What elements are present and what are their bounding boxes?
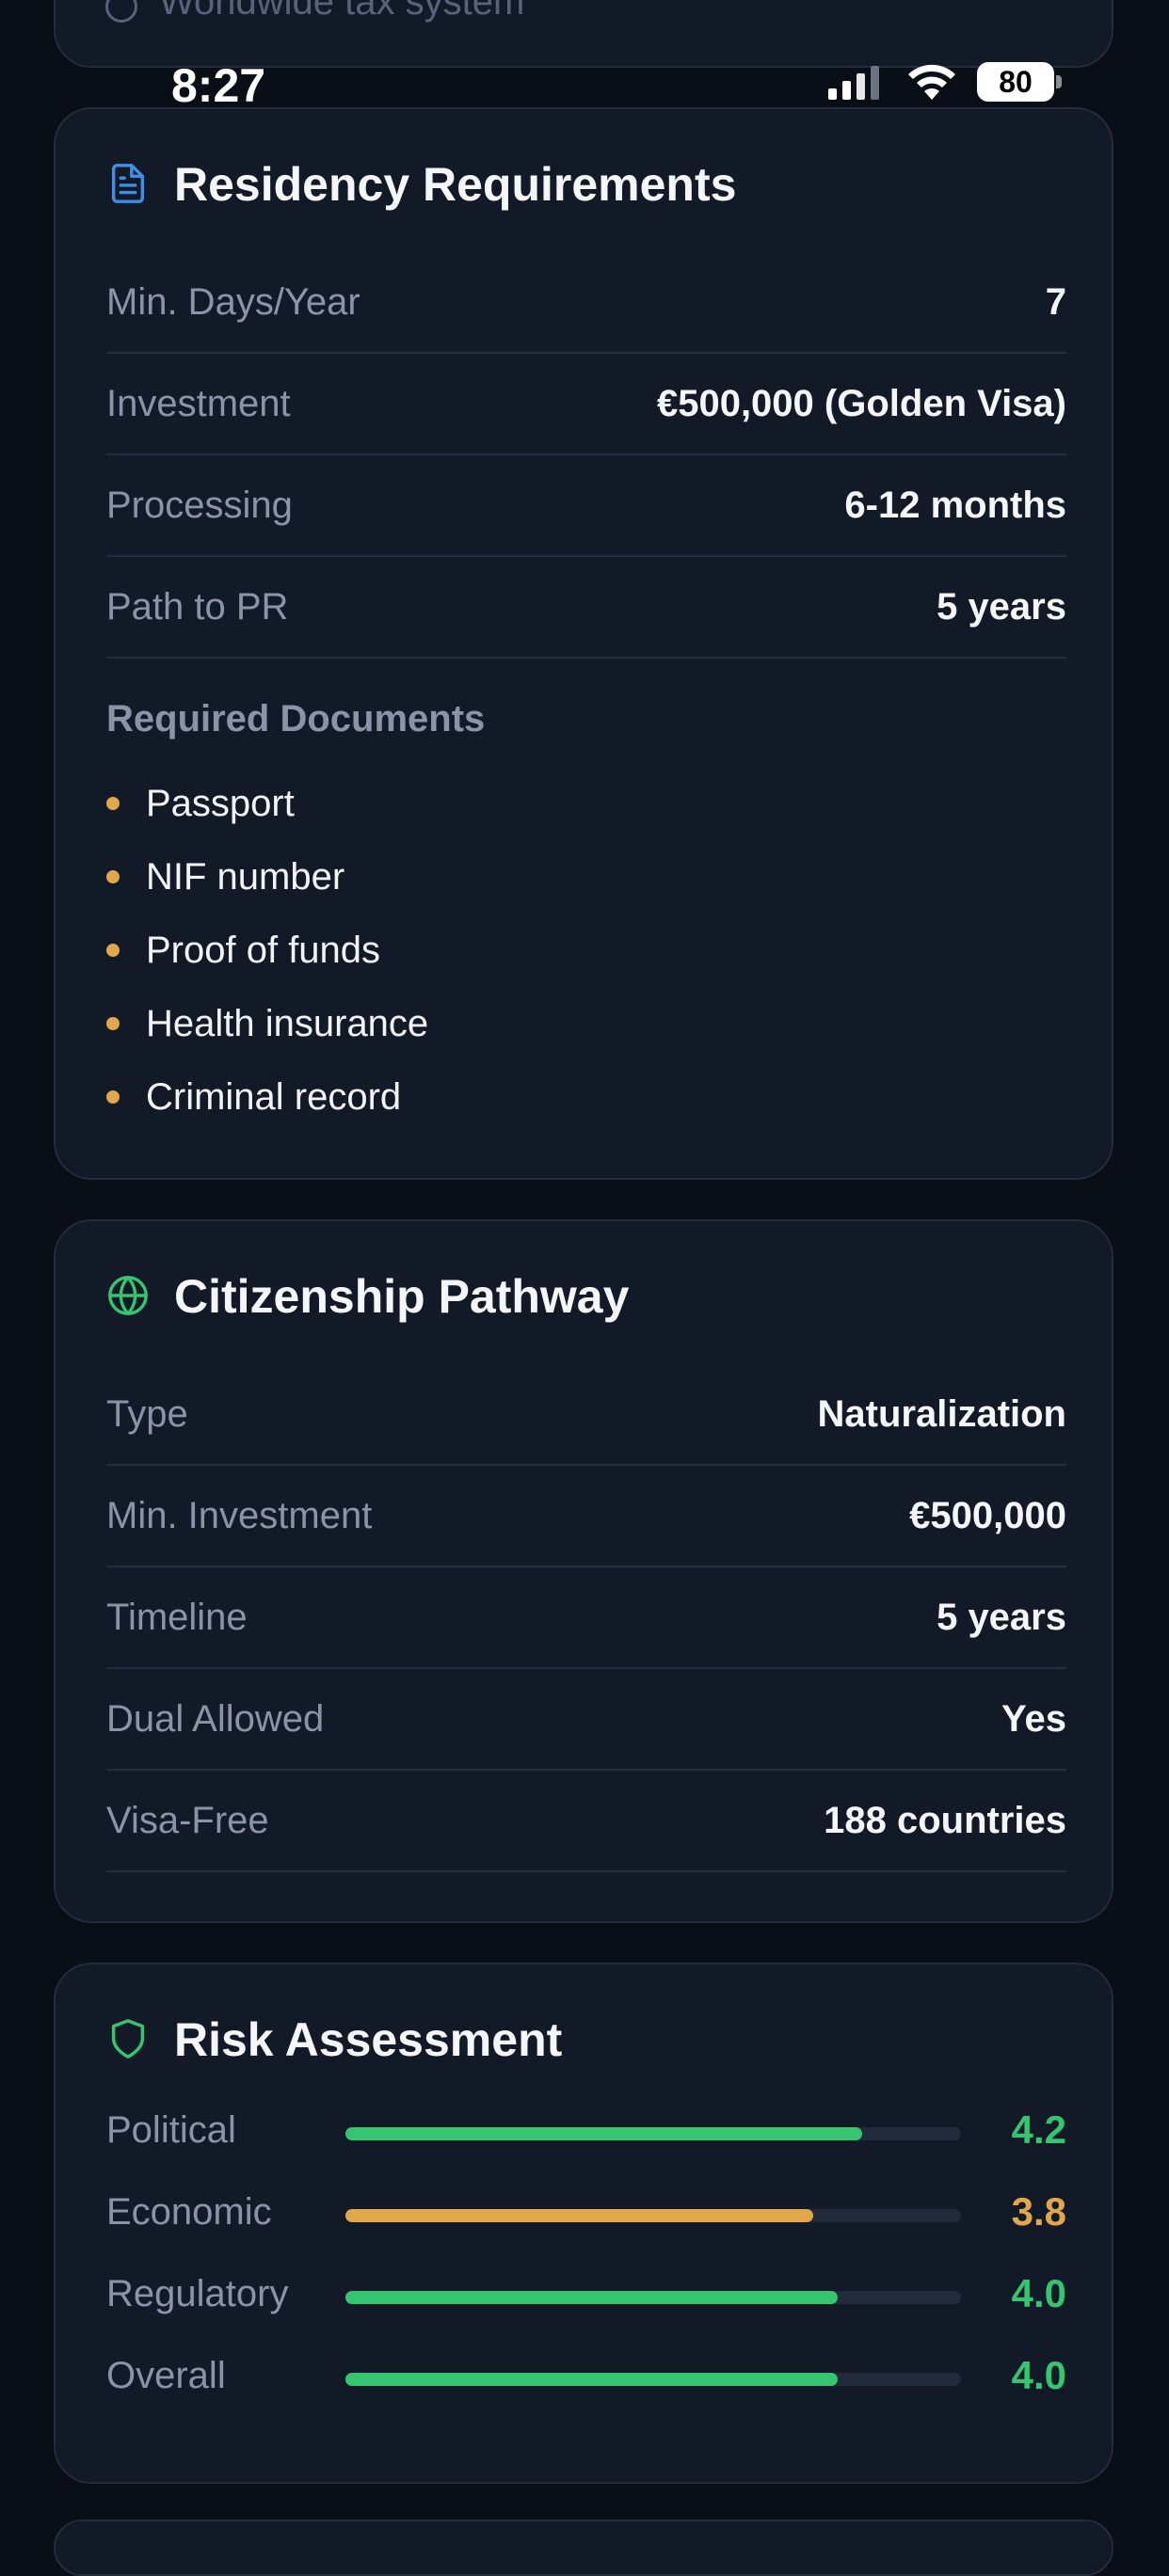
risk-score: 4.0 xyxy=(1011,2271,1066,2315)
list-item: Proof of funds xyxy=(106,922,380,978)
document-name: Health insurance xyxy=(146,1002,429,1044)
row-value: €500,000 xyxy=(909,1494,1066,1536)
bullet-icon xyxy=(106,870,120,883)
citizenship-row-min-investment: Min. Investment €500,000 xyxy=(106,1466,1066,1567)
document-name: Proof of funds xyxy=(146,929,381,971)
row-value: 5 years xyxy=(937,585,1066,628)
cellular-signal-icon xyxy=(828,66,879,100)
risk-bar-fill xyxy=(345,2373,839,2386)
bullet-icon xyxy=(106,1090,120,1104)
row-value: 5 years xyxy=(937,1596,1066,1638)
risk-label: Regulatory xyxy=(106,2273,289,2314)
previous-card-icon xyxy=(105,0,137,23)
risk-bar-fill xyxy=(345,2209,814,2222)
list-item: Health insurance xyxy=(106,995,428,1052)
risk-card: Risk Assessment Political 4.2 Economic 3… xyxy=(54,1963,1113,2484)
row-label: Investment xyxy=(106,382,291,424)
citizenship-row-timeline: Timeline 5 years xyxy=(106,1567,1066,1669)
risk-row-regulatory: Regulatory 4.0 xyxy=(106,2267,1066,2324)
wifi-icon xyxy=(908,64,955,100)
row-label: Path to PR xyxy=(106,585,289,628)
list-item: Passport xyxy=(106,775,295,832)
residency-row-investment: Investment €500,000 (Golden Visa) xyxy=(106,354,1066,455)
row-label: Type xyxy=(106,1392,188,1435)
row-label: Dual Allowed xyxy=(106,1697,325,1740)
row-value: 7 xyxy=(1045,280,1066,323)
risk-label: Economic xyxy=(106,2191,272,2233)
residency-row-processing: Processing 6-12 months xyxy=(106,455,1066,557)
residency-card: Residency Requirements Min. Days/Year 7 … xyxy=(54,107,1113,1180)
risk-bar-track xyxy=(345,2373,961,2386)
row-value: 188 countries xyxy=(824,1799,1066,1841)
risk-row-overall: Overall 4.0 xyxy=(106,2349,1066,2406)
row-value: €500,000 (Golden Visa) xyxy=(656,382,1066,424)
required-documents-heading: Required Documents xyxy=(106,698,486,739)
bullet-icon xyxy=(106,1017,120,1030)
risk-score: 4.0 xyxy=(1011,2353,1066,2397)
row-label: Min. Investment xyxy=(106,1494,373,1536)
battery-tip xyxy=(1056,75,1062,88)
risk-score: 3.8 xyxy=(1011,2189,1066,2234)
battery-level: 80 xyxy=(999,64,1033,99)
list-item: NIF number xyxy=(106,849,344,905)
row-label: Min. Days/Year xyxy=(106,280,360,323)
document-name: NIF number xyxy=(146,855,345,898)
residency-title: Residency Requirements xyxy=(174,158,737,211)
citizenship-card: Citizenship Pathway Type Naturalization … xyxy=(54,1219,1113,1923)
citizenship-row-type: Type Naturalization xyxy=(106,1364,1066,1466)
citizenship-row-visa-free: Visa-Free 188 countries xyxy=(106,1771,1066,1872)
risk-bar-track xyxy=(345,2209,961,2222)
document-icon xyxy=(111,164,145,203)
row-label: Visa-Free xyxy=(106,1799,269,1841)
risk-bar-track xyxy=(345,2291,961,2304)
row-label: Timeline xyxy=(106,1596,248,1638)
previous-card-text: Worldwide tax system xyxy=(159,0,525,23)
list-item: Criminal record xyxy=(106,1069,401,1125)
shield-icon xyxy=(111,2019,145,2059)
row-value: Naturalization xyxy=(817,1392,1066,1435)
risk-bar-fill xyxy=(345,2291,839,2304)
risk-row-political: Political 4.2 xyxy=(106,2104,1066,2160)
residency-row-min-days: Min. Days/Year 7 xyxy=(106,252,1066,354)
row-value: Yes xyxy=(1001,1697,1066,1740)
risk-label: Overall xyxy=(106,2355,226,2396)
next-card xyxy=(54,2520,1113,2576)
risk-label: Political xyxy=(106,2109,236,2151)
globe-icon xyxy=(108,1276,148,1315)
row-value: 6-12 months xyxy=(844,484,1066,526)
bullet-icon xyxy=(106,944,120,957)
bullet-icon xyxy=(106,797,120,810)
residency-row-path-to-pr: Path to PR 5 years xyxy=(106,557,1066,659)
document-name: Passport xyxy=(146,782,295,824)
risk-row-economic: Economic 3.8 xyxy=(106,2186,1066,2242)
row-label: Processing xyxy=(106,484,293,526)
battery-icon: 80 xyxy=(977,62,1054,102)
citizenship-row-dual-allowed: Dual Allowed Yes xyxy=(106,1669,1066,1771)
citizenship-title: Citizenship Pathway xyxy=(174,1270,630,1323)
risk-bar-fill xyxy=(345,2127,863,2140)
risk-bar-track xyxy=(345,2127,961,2140)
document-name: Criminal record xyxy=(146,1075,402,1118)
status-time: 8:27 xyxy=(171,59,266,112)
risk-title: Risk Assessment xyxy=(174,2013,563,2066)
risk-score: 4.2 xyxy=(1011,2107,1066,2152)
